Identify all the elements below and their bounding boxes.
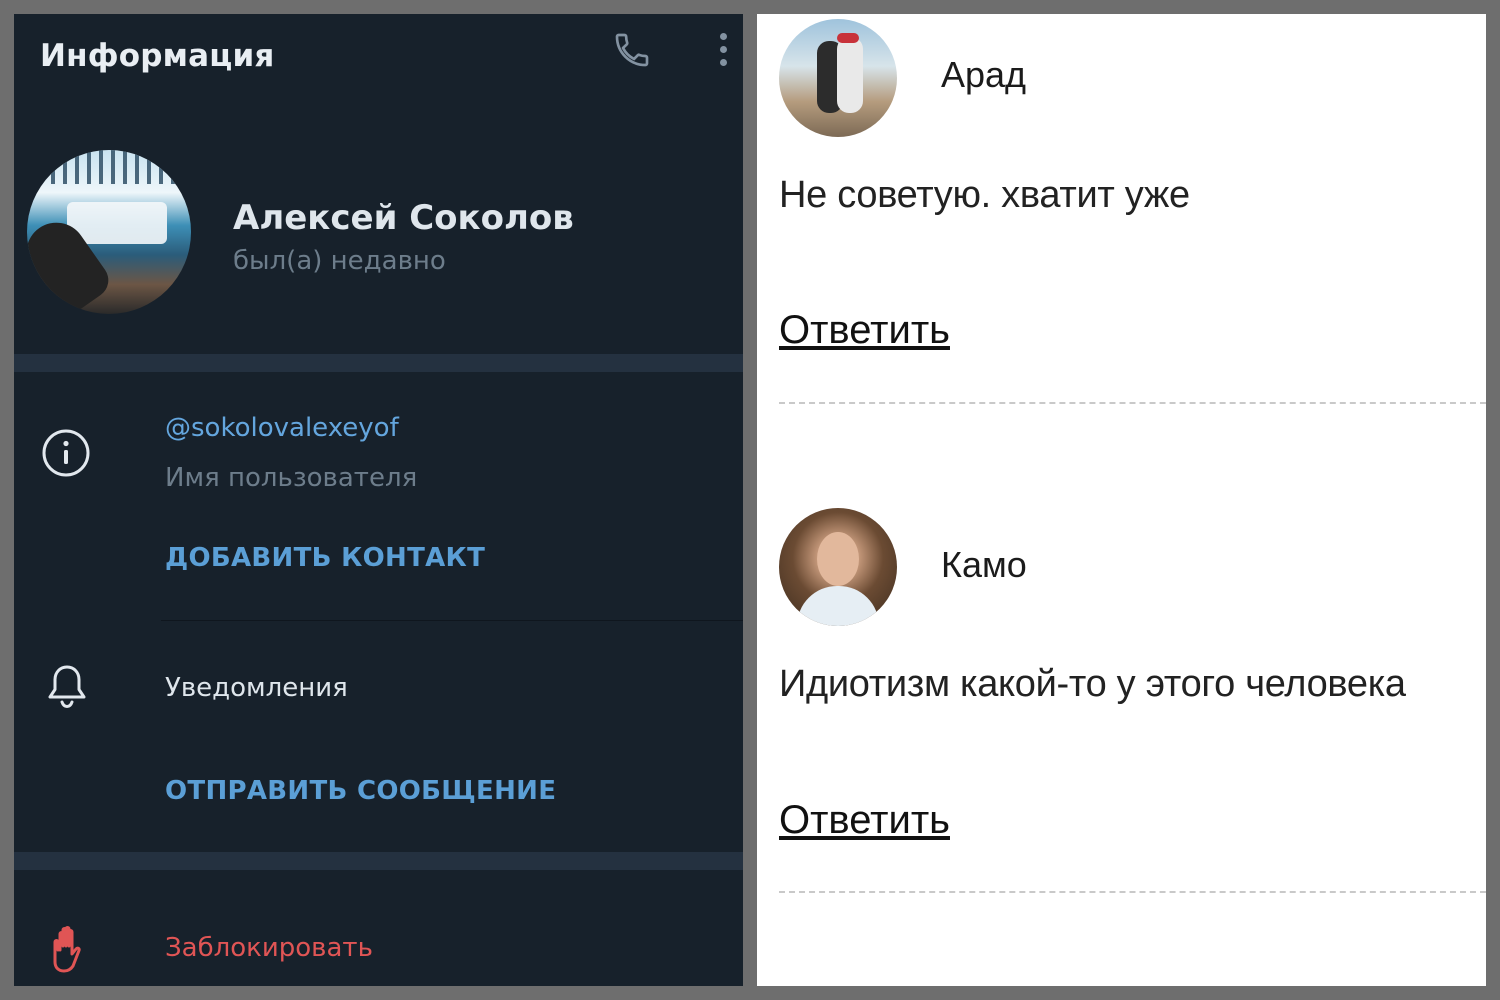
call-button[interactable] <box>610 28 654 72</box>
avatar-photo-detail <box>837 37 863 113</box>
section-divider <box>14 852 743 870</box>
block-user-button[interactable]: Заблокировать <box>165 933 373 963</box>
hand-stop-icon <box>53 926 81 973</box>
username-link[interactable]: @sokolovalexeyof <box>165 413 399 443</box>
panel-title: Информация <box>40 38 275 74</box>
avatar-photo-detail <box>27 150 191 184</box>
comment-author[interactable]: Камо <box>941 544 1027 586</box>
comment-avatar[interactable] <box>779 508 897 626</box>
send-message-button[interactable]: ОТПРАВИТЬ СООБЩЕНИЕ <box>165 776 556 806</box>
info-icon <box>42 429 90 477</box>
more-vertical-icon <box>719 32 727 40</box>
avatar-photo-detail <box>837 33 859 43</box>
bell-icon <box>48 665 86 709</box>
comments-panel: Арад Не советую. хватит уже Ответить Кам… <box>757 14 1486 986</box>
more-options-button[interactable] <box>708 24 738 74</box>
row-divider <box>161 620 743 621</box>
username-caption: Имя пользователя <box>165 463 418 493</box>
comment-separator <box>779 402 1486 404</box>
section-divider <box>14 354 743 372</box>
comment-text: Идиотизм какой-то у этого человека <box>779 663 1406 705</box>
reply-link[interactable]: Ответить <box>779 308 950 353</box>
add-contact-button[interactable]: ДОБАВИТЬ КОНТАКТ <box>165 543 485 573</box>
comment-avatar[interactable] <box>779 19 897 137</box>
avatar-photo-detail <box>797 586 879 626</box>
notifications-toggle[interactable]: Уведомления <box>165 673 348 703</box>
profile-name: Алексей Соколов <box>233 198 574 238</box>
phone-icon <box>615 33 649 67</box>
avatar-photo-detail <box>817 532 859 586</box>
profile-avatar[interactable] <box>27 150 191 314</box>
comment-separator <box>779 891 1486 893</box>
more-dot <box>719 58 727 66</box>
more-dot <box>719 45 727 53</box>
profile-info-panel: Информация Алексей Соколов был(а) недавн… <box>14 14 743 986</box>
comment-author[interactable]: Арад <box>941 54 1026 96</box>
last-seen-status: был(а) недавно <box>233 246 446 276</box>
comment-text: Не советую. хватит уже <box>779 174 1190 216</box>
reply-link[interactable]: Ответить <box>779 798 950 843</box>
